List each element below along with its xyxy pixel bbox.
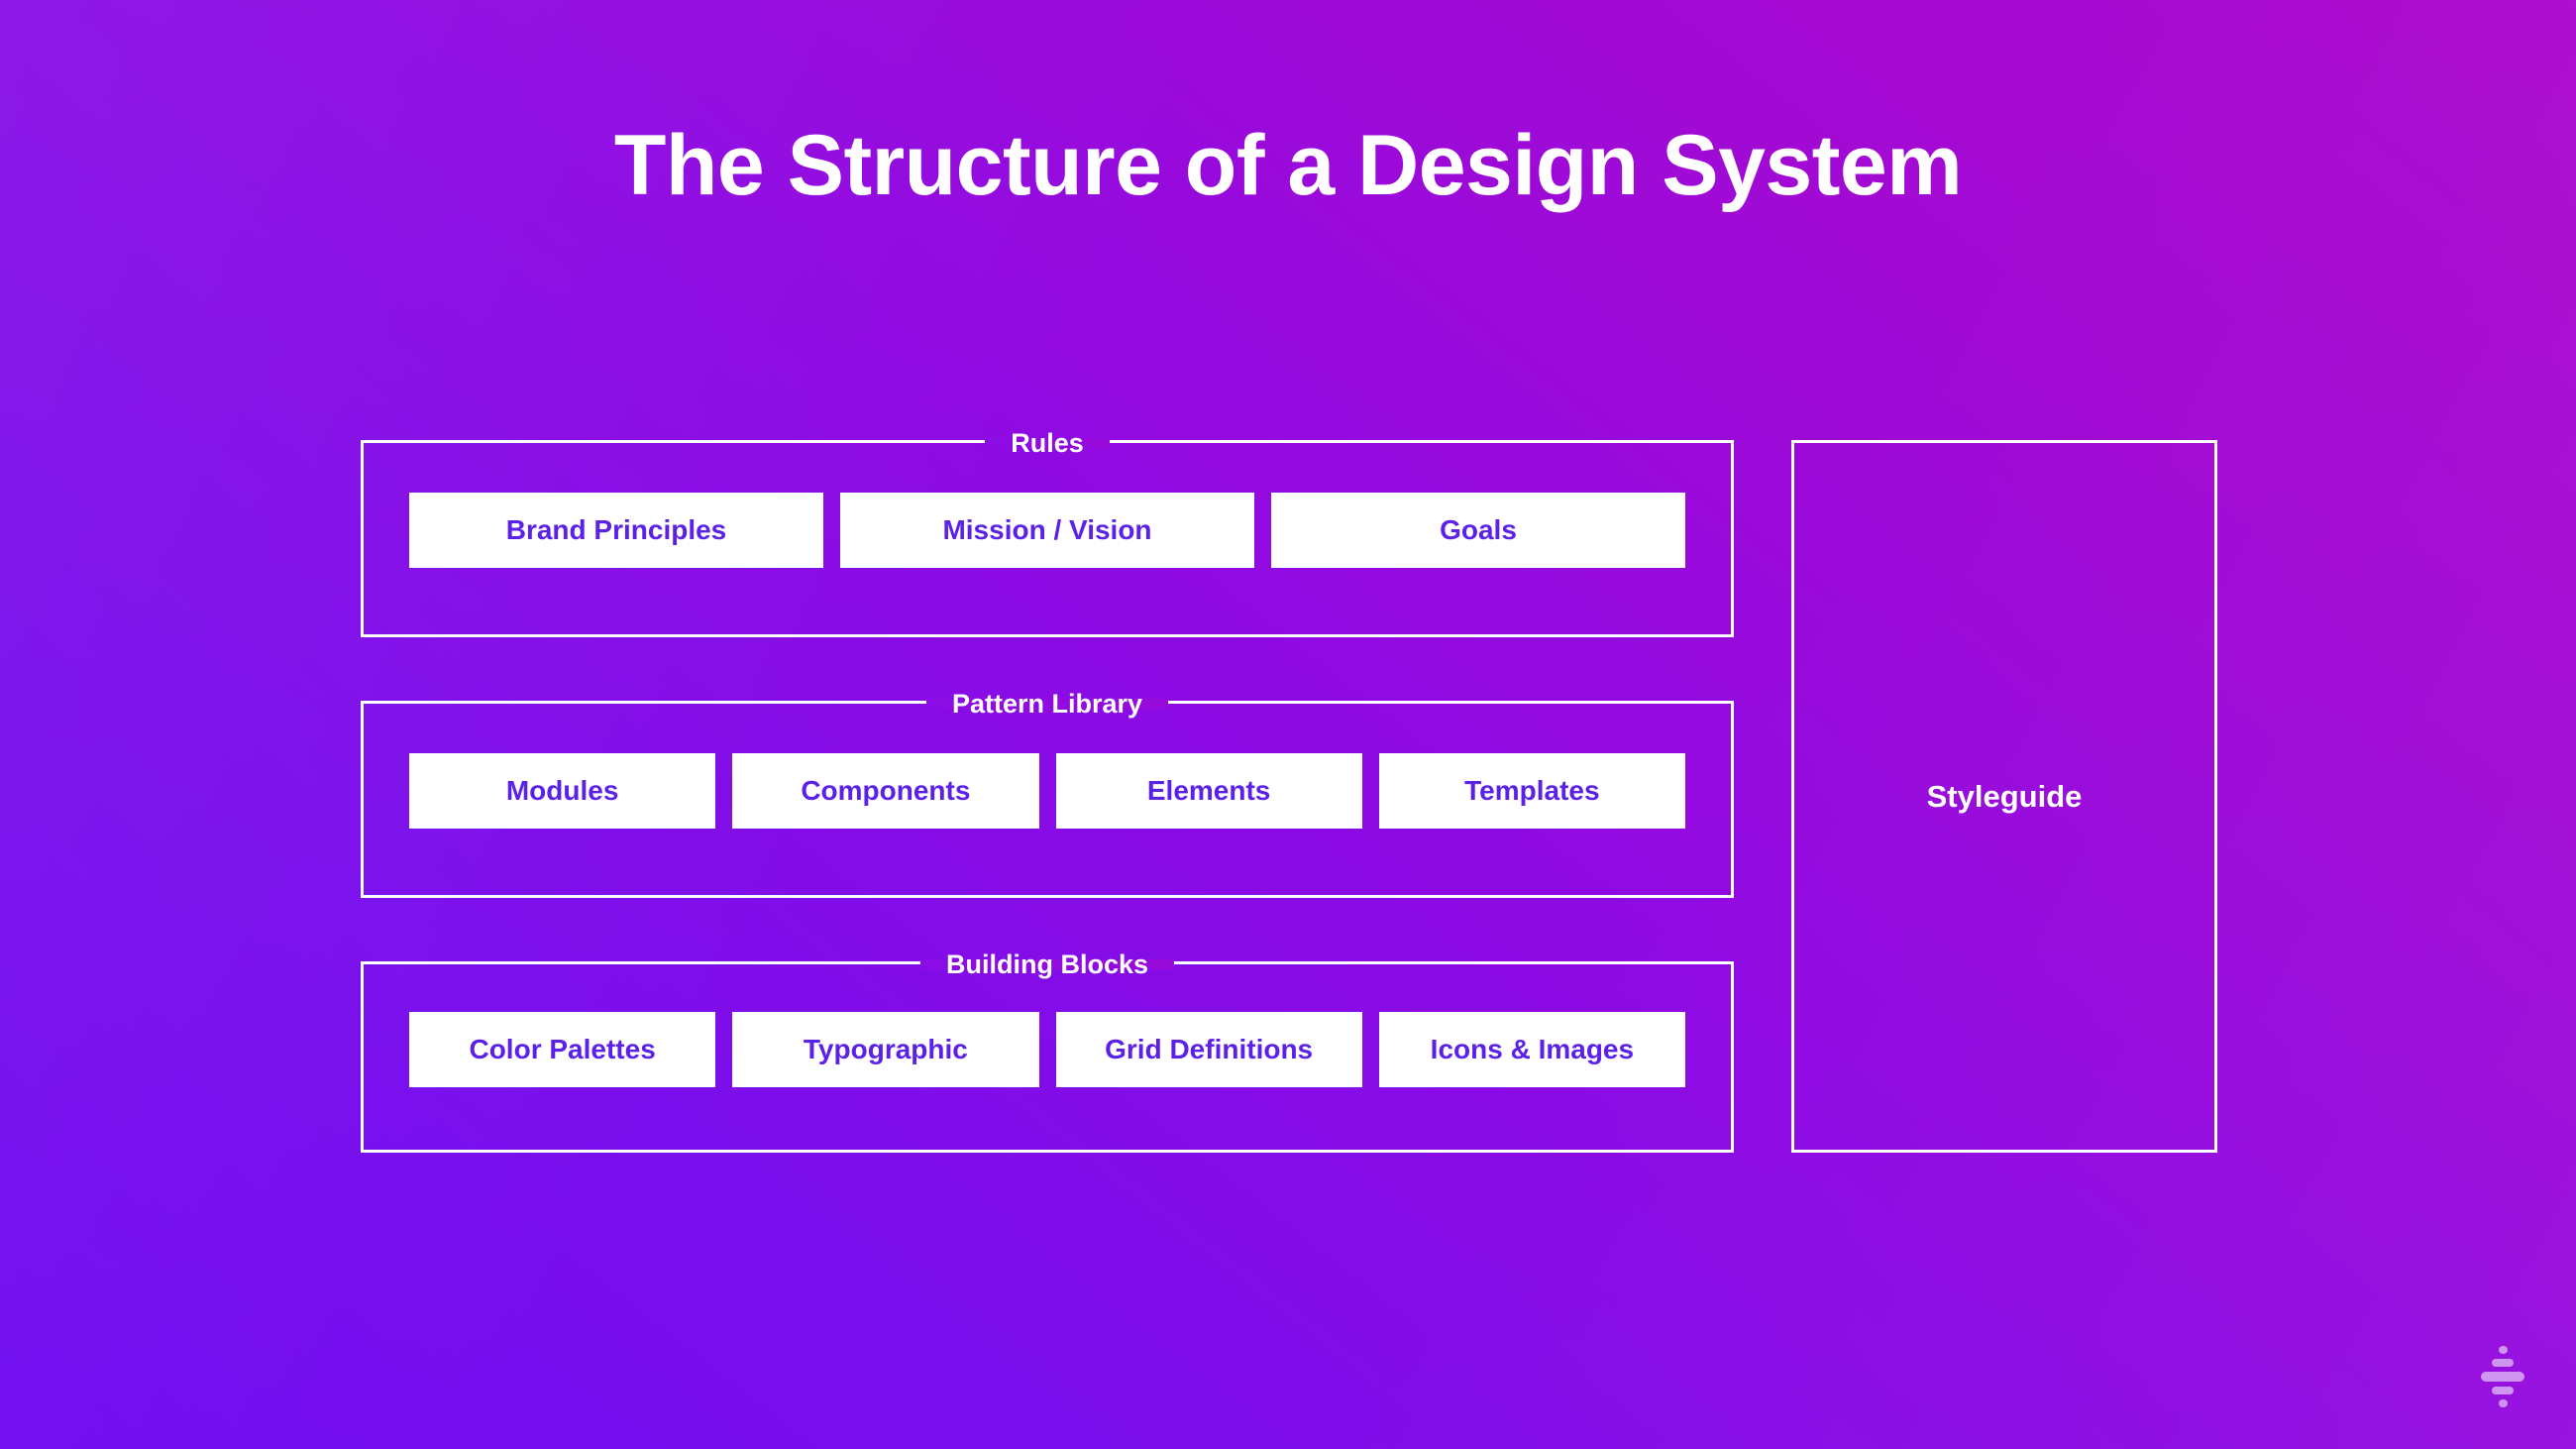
logo-bar-lower: [2492, 1386, 2514, 1394]
card-goals[interactable]: Goals: [1271, 493, 1685, 568]
card-templates[interactable]: Templates: [1378, 753, 1685, 829]
slide-canvas: The Structure of a Design System Rules B…: [0, 0, 2576, 1449]
group-rules: Rules Brand Principles Mission / Vision …: [361, 428, 1734, 637]
card-row-building-blocks: Color Palettes Typographic Grid Definiti…: [364, 1012, 1731, 1087]
card-icons-images[interactable]: Icons & Images: [1378, 1012, 1685, 1087]
logo-bar-middle: [2481, 1372, 2524, 1382]
logo-bar-upper: [2492, 1359, 2514, 1368]
card-label: Modules: [505, 775, 619, 806]
card-label: Icons & Images: [1430, 1034, 1635, 1064]
card-label: Color Palettes: [469, 1034, 656, 1064]
logo-dot-top: [2498, 1346, 2508, 1355]
logo-dot-bottom: [2498, 1398, 2508, 1408]
card-row-pattern-library: Modules Components Elements Templates: [364, 753, 1731, 829]
funnel-logo-icon: [2477, 1346, 2528, 1408]
card-modules[interactable]: Modules: [409, 753, 716, 829]
panel-label-styleguide: Styleguide: [1926, 778, 2083, 814]
card-label: Typographic: [803, 1034, 968, 1064]
panel-styleguide: Styleguide: [1791, 440, 2217, 1153]
card-label: Components: [801, 775, 971, 806]
card-elements[interactable]: Elements: [1055, 753, 1362, 829]
group-building-blocks: Building Blocks Color Palettes Typograph…: [361, 949, 1734, 1153]
card-label: Grid Definitions: [1105, 1034, 1314, 1064]
card-mission-vision[interactable]: Mission / Vision: [840, 493, 1254, 568]
card-row-rules: Brand Principles Mission / Vision Goals: [364, 493, 1731, 568]
card-label: Goals: [1440, 514, 1517, 545]
card-components[interactable]: Components: [732, 753, 1039, 829]
group-pattern-library: Pattern Library Modules Components Eleme…: [361, 689, 1734, 898]
card-grid-definitions[interactable]: Grid Definitions: [1055, 1012, 1362, 1087]
card-color-palettes[interactable]: Color Palettes: [409, 1012, 716, 1087]
card-label: Brand Principles: [505, 514, 727, 545]
card-typographic[interactable]: Typographic: [732, 1012, 1039, 1087]
group-label-building-blocks: Building Blocks: [945, 949, 1149, 979]
groups-column: Rules Brand Principles Mission / Vision …: [361, 428, 1734, 1153]
card-label: Templates: [1464, 775, 1600, 806]
card-label: Elements: [1146, 775, 1271, 806]
design-system-diagram: Rules Brand Principles Mission / Vision …: [361, 428, 2364, 1153]
group-label-rules: Rules: [1011, 428, 1084, 458]
card-brand-principles[interactable]: Brand Principles: [409, 493, 823, 568]
page-title: The Structure of a Design System: [613, 118, 1963, 213]
group-label-pattern-library: Pattern Library: [951, 689, 1143, 719]
card-label: Mission / Vision: [942, 514, 1152, 545]
